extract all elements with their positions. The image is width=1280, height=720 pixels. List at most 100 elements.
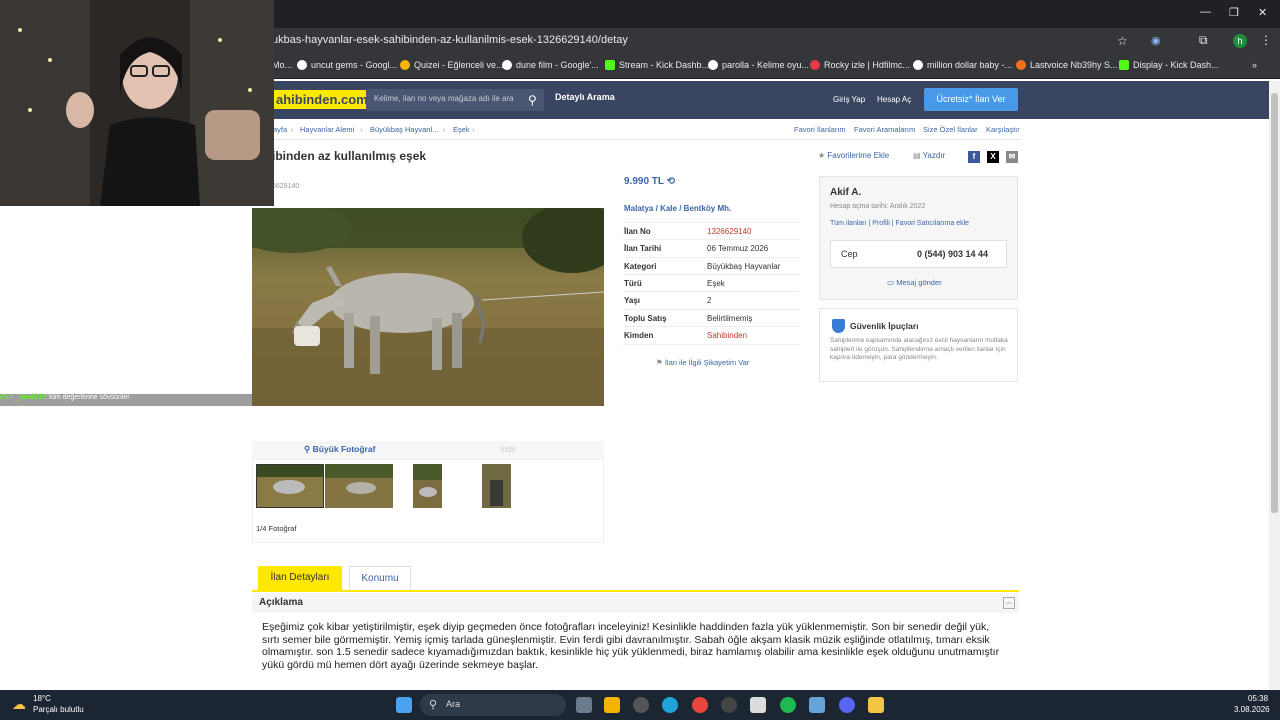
page-scrollbar[interactable] [1269, 81, 1280, 690]
breadcrumb-item[interactable]: Eşek [453, 125, 470, 134]
seller-all-ads-link[interactable]: Tüm ilanları [830, 220, 867, 227]
menu-icon[interactable]: ⋮ [1260, 33, 1272, 47]
weather-temp[interactable]: 18°C [33, 694, 51, 703]
favorite-searches-link[interactable]: Favori Aramalarım [854, 125, 915, 134]
google-icon [297, 60, 307, 70]
seller-name[interactable]: Akif A. [830, 187, 861, 198]
email-icon[interactable]: ✉ [1006, 151, 1018, 163]
shield-icon [832, 319, 845, 333]
chat-message: tüm değerlerine sövsünler [49, 394, 130, 401]
info-value: Büyükbaş Hayvanlar [707, 262, 781, 271]
steam-icon[interactable] [809, 697, 825, 713]
bookmark-item[interactable]: Rocky izle | Hdfilmc... [810, 60, 910, 70]
chrome-icon[interactable] [692, 697, 708, 713]
info-key: Türü [624, 279, 642, 288]
weather-desc[interactable]: Parçalı bulutlu [33, 705, 84, 714]
site-logo[interactable]: ahibinden.com [272, 90, 372, 109]
star-icon[interactable]: ☆ [1117, 34, 1128, 48]
bookmark-item[interactable]: uncut gems - Googl... [297, 60, 397, 70]
thumbnail-image [325, 464, 393, 508]
site-search-input[interactable]: Kelime, ilan no veya mağaza adı ile ara … [366, 89, 544, 111]
report-complaint-link[interactable]: ⚑ İlan ile İlgili Şikayetim Var [656, 358, 749, 367]
url-text[interactable]: ukbas-hayvanlar-esek-sahibinden-az-kulla… [272, 34, 628, 46]
listing-title: ibinden az kullanılmış eşek [272, 149, 427, 163]
extension-audio-icon[interactable]: ◉ [1151, 34, 1161, 47]
spotify-icon[interactable] [780, 697, 796, 713]
info-value: 1326629140 [707, 227, 752, 236]
compare-link[interactable]: Karşılaştır [986, 125, 1020, 134]
chatgpt-icon[interactable] [633, 697, 649, 713]
scrollbar-thumb[interactable] [1271, 93, 1278, 513]
send-message-link[interactable]: ▭ Mesaj gönder [887, 278, 942, 287]
tab-ilan-detaylari[interactable]: İlan Detayları [258, 566, 342, 590]
breadcrumb-item[interactable]: Büyükbaş Hayvanl... [370, 125, 438, 134]
more-bookmarks[interactable]: » [1252, 60, 1257, 70]
search-icon[interactable]: ⚲ [528, 93, 537, 107]
register-link[interactable]: Hesap Aç [877, 95, 911, 104]
bookmark-item[interactable]: Lastvoice Nb39hy S... [1016, 60, 1118, 70]
windows-taskbar: ☁ 18°C Parçalı bulutlu ⚲ Ara 05:38 3.08.… [0, 690, 1280, 720]
minimize-icon[interactable]: — [1200, 6, 1211, 18]
discord-icon[interactable] [839, 697, 855, 713]
x-twitter-icon[interactable]: X [987, 151, 999, 163]
bookmark-item[interactable]: million dollar baby -... [913, 60, 1012, 70]
special-ads-link[interactable]: Size Özel İlanlar [923, 125, 978, 134]
photo-count: 1/4 Fotoğraf [256, 524, 297, 533]
clock-time[interactable]: 05:38 [1248, 694, 1268, 703]
thumbnail-image [482, 464, 511, 508]
extensions-icon[interactable]: ⧉ [1199, 33, 1208, 48]
obs-icon[interactable] [721, 697, 737, 713]
main-photo[interactable] [252, 208, 604, 406]
info-row-kategori: Kategori Büyükbaş Hayvanlar [623, 257, 799, 275]
download-photo-button[interactable]: İndir [500, 444, 517, 454]
breadcrumb-item[interactable]: ayfa [273, 125, 287, 134]
stream-chat-line: ictim_sarabi00: tüm değerlerine sövsünle… [0, 394, 252, 406]
bookmark-item[interactable]: Quizei - Eğlenceli ve... [400, 60, 504, 70]
magnifier-icon: ⚲ [304, 444, 311, 454]
thumbnail-4[interactable] [482, 464, 511, 508]
breadcrumb-item[interactable]: Hayvanlar Alemi [300, 125, 354, 134]
windows-start-icon[interactable] [396, 697, 412, 713]
thumbnail-1[interactable] [256, 464, 324, 508]
kick-icon [1119, 60, 1129, 70]
listing-location[interactable]: Malatya / Kale / Bentköy Mh. [624, 204, 731, 213]
thumbnail-2[interactable] [325, 464, 393, 508]
bookmark-item[interactable]: Display - Kick Dash... [1119, 60, 1219, 70]
info-value: Eşek [707, 279, 725, 288]
print-link[interactable]: ▤ Yazdır [913, 151, 945, 160]
bookmark-item[interactable]: parolla - Kelime oyu... [708, 60, 809, 70]
thumbnail-3[interactable] [413, 464, 442, 508]
description-text: Eşeğimiz çok kibar yetiştirilmiştir, eşe… [262, 621, 1000, 671]
task-view-icon[interactable] [576, 697, 592, 713]
microsoft-store-icon[interactable] [604, 697, 620, 713]
post-ad-button[interactable]: Ücretsiz* İlan Ver [924, 88, 1018, 111]
login-link[interactable]: Giriş Yap [833, 95, 865, 104]
weather-icon[interactable]: ☁ [12, 696, 26, 713]
breadcrumb-sep: › [472, 125, 475, 134]
profile-avatar[interactable]: h [1233, 34, 1247, 48]
detailed-search-link[interactable]: Detaylı Arama [555, 92, 615, 102]
bookmark-item[interactable]: Stream - Kick Dashb... [605, 60, 709, 70]
terminal-icon[interactable] [750, 697, 766, 713]
info-key: Kategori [624, 262, 657, 271]
clock-date[interactable]: 3.08.2026 [1234, 705, 1270, 714]
collapse-icon[interactable]: ︿ [1003, 597, 1015, 609]
tab-konumu[interactable]: Konumu [349, 566, 411, 590]
edge-icon[interactable] [662, 697, 678, 713]
restore-icon[interactable]: ❐ [1229, 6, 1239, 19]
add-favorite-link[interactable]: ★ Favorilerime Ekle [818, 151, 889, 160]
google-icon [913, 60, 923, 70]
taskbar-search[interactable]: ⚲ Ara [420, 694, 566, 716]
seller-profile-link[interactable]: Profili [872, 220, 890, 227]
seller-favorite-link[interactable]: Favori Satıcılarıma ekle [896, 220, 970, 227]
bookmark-item[interactable]: Mo... [272, 60, 292, 70]
phone-box[interactable]: Cep 0 (544) 903 14 44 [830, 240, 1007, 268]
close-icon[interactable]: ✕ [1258, 6, 1267, 19]
history-icon[interactable]: ⟲ [667, 176, 675, 187]
big-photo-button[interactable]: ⚲ Büyük Fotoğraf [304, 444, 375, 455]
listing-price: 9.990 TL ⟲ [624, 176, 676, 187]
bookmark-item[interactable]: dune film - Google'... [502, 60, 599, 70]
facebook-icon[interactable]: f [968, 151, 980, 163]
favorite-ads-link[interactable]: Favori İlanlarım [794, 125, 846, 134]
file-explorer-icon[interactable] [868, 697, 884, 713]
